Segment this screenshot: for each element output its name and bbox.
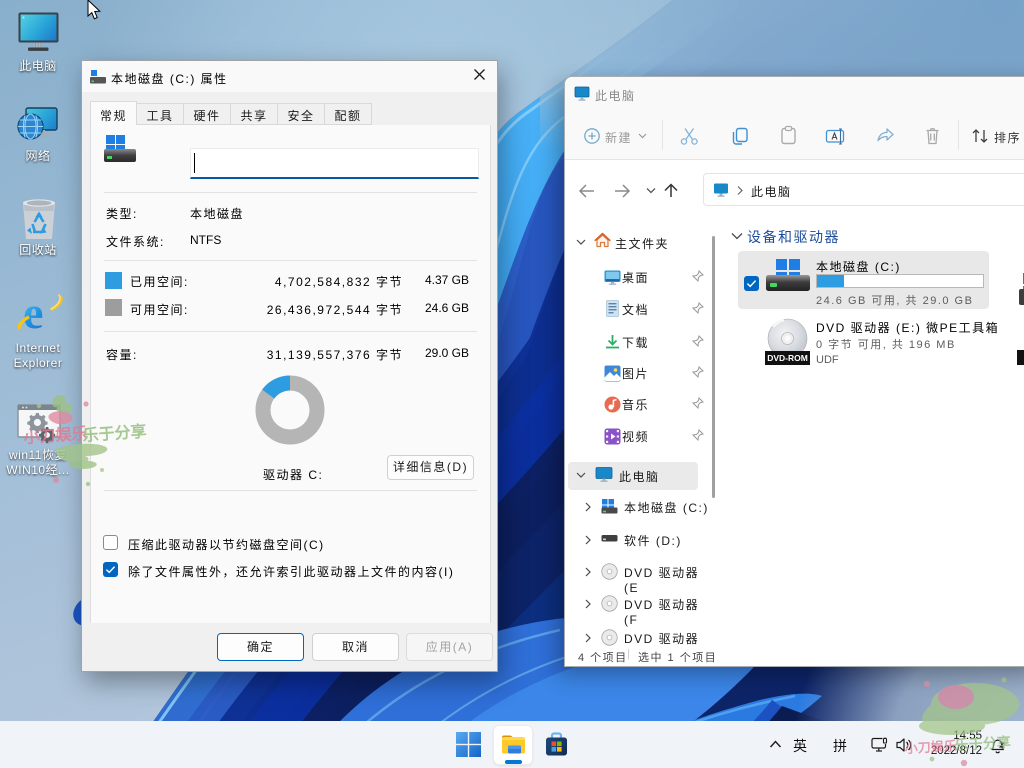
svg-text:小刀娱乐: 小刀娱乐 <box>904 738 957 756</box>
svg-text:e: e <box>23 288 43 336</box>
svg-text:小刀娱乐: 小刀娱乐 <box>23 424 88 447</box>
svg-text:乐于分享: 乐于分享 <box>82 422 147 445</box>
svg-text:乐于分享: 乐于分享 <box>954 734 1011 753</box>
